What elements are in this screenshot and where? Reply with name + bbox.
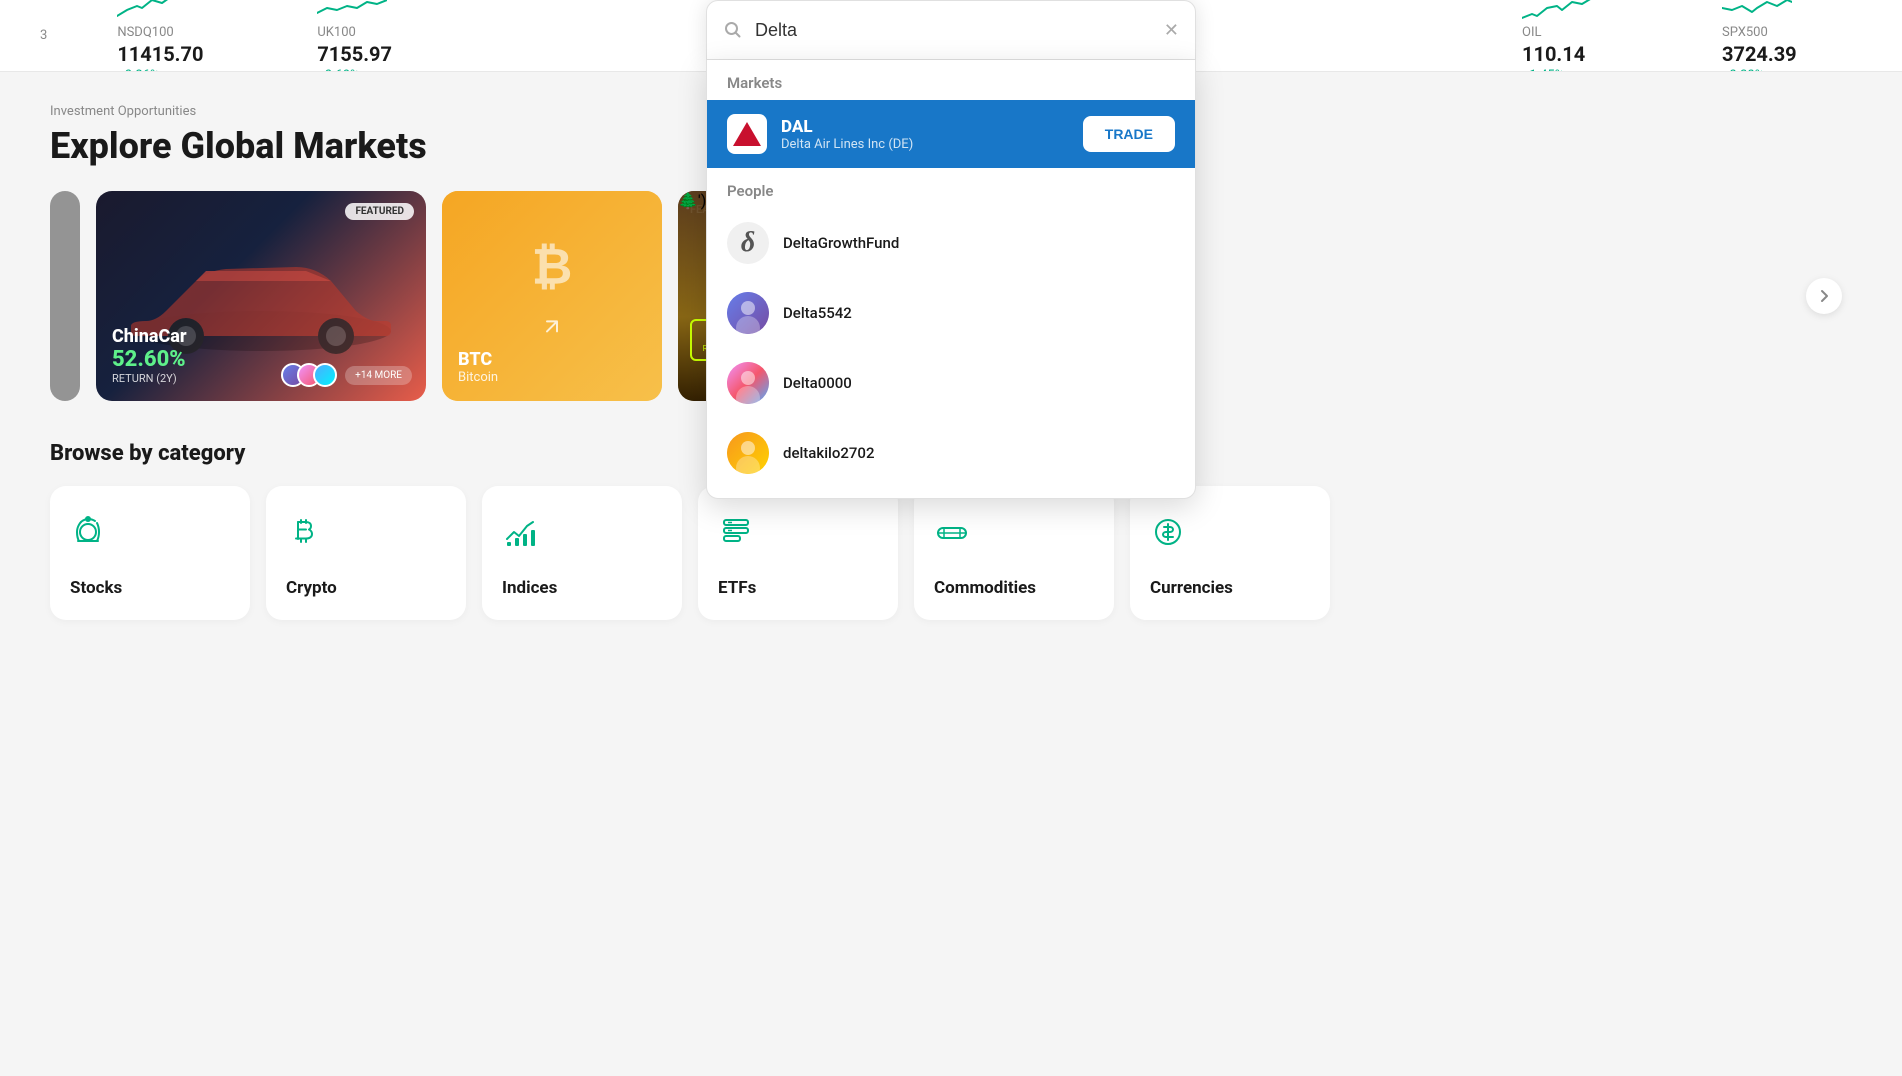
ticker-scroll-indicator: 3 [40, 28, 47, 43]
category-card-currencies[interactable]: Currencies [1130, 486, 1330, 620]
ticker-name-spx: SPX500 [1722, 25, 1768, 40]
search-icon [723, 20, 743, 40]
commodities-icon [934, 514, 970, 558]
category-grid: Stocks Crypto [50, 486, 1852, 620]
category-card-commodities[interactable]: Commodities [914, 486, 1114, 620]
ticker-item-uk100[interactable]: UK100 7155.97 +0.68% [317, 0, 457, 72]
chinacar-avatars: +14 MORE [281, 363, 412, 387]
person-delta-growth[interactable]: δ DeltaGrowthFund [707, 208, 1195, 278]
ticker-value-uk100: 7155.97 [317, 42, 392, 66]
ticker-name-nsdq: NSDQ100 [117, 25, 173, 40]
delta0000-avatar-image [727, 362, 769, 404]
person-delta5542[interactable]: Delta5542 [707, 278, 1195, 348]
chinacar-overlay: ChinaCar 52.60% RETURN (2Y) [96, 310, 426, 401]
ticker-value-spx: 3724.39 [1722, 42, 1797, 66]
delta5542-name: Delta5542 [783, 304, 852, 322]
delta-growth-name: DeltaGrowthFund [783, 234, 899, 252]
delta0000-avatar [727, 362, 769, 404]
indices-label: Indices [502, 578, 557, 598]
category-card-indices[interactable]: Indices [482, 486, 682, 620]
ticker-item-nsdq[interactable]: NSDQ100 11415.70 +0.26% [117, 0, 257, 72]
search-clear-button[interactable]: ✕ [1164, 20, 1179, 41]
stocks-icon [70, 514, 106, 558]
search-box: ✕ Markets DAL Delta Air Lines Inc (DE) T… [706, 0, 1196, 499]
dal-logo [727, 114, 767, 154]
deltakilo-avatar [727, 432, 769, 474]
etfs-label: ETFs [718, 578, 756, 598]
ticker-name-uk100: UK100 [317, 25, 356, 40]
market-result-dal[interactable]: DAL Delta Air Lines Inc (DE) TRADE [707, 100, 1195, 168]
currencies-icon [1150, 514, 1186, 558]
crypto-label: Crypto [286, 578, 337, 598]
delta5542-avatar [727, 292, 769, 334]
ticker-name-oil: OIL [1522, 25, 1541, 40]
category-card-etfs[interactable]: ETFs [698, 486, 898, 620]
people-section-label: People [707, 168, 1195, 208]
card-edge-left [50, 191, 80, 401]
ticker-chart-nsdq [117, 0, 187, 23]
btc-icon: ₿ [512, 226, 592, 306]
etfs-icon [718, 514, 754, 558]
search-input[interactable] [755, 20, 1152, 41]
deltakilo-name: deltakilo2702 [783, 444, 874, 462]
commodities-label: Commodities [934, 578, 1036, 598]
dal-triangle-icon [733, 122, 761, 146]
dal-info: DAL Delta Air Lines Inc (DE) [781, 117, 1069, 152]
svg-text:₿: ₿ [532, 239, 573, 297]
stocks-label: Stocks [70, 578, 122, 598]
delta-growth-avatar: δ [727, 222, 769, 264]
ticker-item-oil[interactable]: OIL 110.14 +1.45% [1522, 0, 1662, 72]
cards-next-button[interactable] [1806, 278, 1842, 314]
delta0000-name: Delta0000 [783, 374, 852, 392]
ticker-chart-spx [1722, 0, 1792, 23]
ticker-value-oil: 110.14 [1522, 42, 1585, 66]
btc-subtitle: Bitcoin [458, 370, 646, 385]
ticker-value-nsdq: 11415.70 [117, 42, 203, 66]
people-section: People δ DeltaGrowthFund [707, 168, 1195, 498]
chinacar-badge: FEATURED [345, 203, 414, 220]
ticker-chart-uk100 [317, 0, 387, 23]
indices-icon [502, 514, 538, 558]
ticker-item-spx[interactable]: SPX500 3724.39 +0.30% [1722, 0, 1862, 72]
currencies-label: Currencies [1150, 578, 1233, 598]
dal-ticker: DAL [781, 117, 1069, 137]
btc-overlay: BTC Bitcoin [442, 333, 662, 401]
search-input-row: ✕ [706, 0, 1196, 60]
ticker-chart-oil [1522, 0, 1592, 23]
chinacar-more: +14 MORE [345, 366, 412, 385]
trade-button[interactable]: TRADE [1083, 116, 1175, 152]
btc-title: BTC [458, 349, 646, 370]
category-card-crypto[interactable]: Crypto [266, 486, 466, 620]
delta5542-avatar-image [727, 292, 769, 334]
crypto-icon [286, 514, 322, 558]
chevron-right-icon [1816, 288, 1832, 304]
markets-section-label: Markets [707, 60, 1195, 100]
card-chinacar[interactable]: FEATURED ChinaCar 52.60% RETURN (2Y) +14… [96, 191, 426, 401]
dal-name: Delta Air Lines Inc (DE) [781, 137, 1069, 152]
deltakilo-avatar-image [727, 432, 769, 474]
category-card-stocks[interactable]: Stocks [50, 486, 250, 620]
person-delta0000[interactable]: Delta0000 [707, 348, 1195, 418]
card-btc[interactable]: ₿ BTC Bitcoin [442, 191, 662, 401]
person-deltakilo[interactable]: deltakilo2702 [707, 418, 1195, 488]
btc-logo-area: ₿ [512, 226, 592, 342]
search-dropdown: Markets DAL Delta Air Lines Inc (DE) TRA… [706, 60, 1196, 499]
chinacar-title: ChinaCar [112, 326, 410, 347]
